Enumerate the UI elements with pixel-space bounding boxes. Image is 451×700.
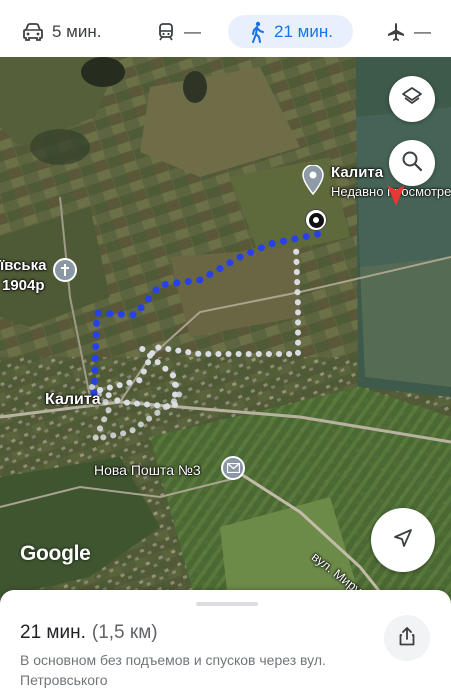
layers-icon <box>401 86 423 113</box>
route-summary: 21 мин. (1,5 км) <box>20 622 158 644</box>
route-distance: (1,5 км) <box>91 622 158 643</box>
church-icon[interactable] <box>53 258 77 282</box>
sheet-drag-handle[interactable] <box>196 602 258 606</box>
mode-flight[interactable]: — <box>386 15 431 48</box>
walk-icon <box>248 21 266 43</box>
mode-transit-time: — <box>184 21 201 41</box>
destination-label: Калита <box>331 164 384 181</box>
mail-icon[interactable] <box>221 456 245 480</box>
layers-button[interactable] <box>389 76 435 122</box>
mode-transit[interactable]: — <box>156 15 201 48</box>
route-description: В основном без подъемов и спусков через … <box>20 652 326 688</box>
destination-marker[interactable] <box>305 209 327 231</box>
search-button[interactable] <box>389 140 435 186</box>
mode-driving-time: 5 мин. <box>52 21 102 41</box>
mode-walking[interactable]: 21 мин. <box>228 15 353 48</box>
church-label: ївська <box>0 257 47 274</box>
mode-driving[interactable]: 5 мин. <box>22 15 101 48</box>
travel-mode-bar: 5 мин. — 21 мин. — <box>0 0 451 60</box>
map-view[interactable]: Калита Недавно просмотре ївська 1904р Ка… <box>0 57 451 617</box>
google-attribution: Google <box>20 542 91 565</box>
route-duration: 21 мин. <box>20 622 86 643</box>
mode-flight-time: — <box>414 21 431 41</box>
mode-walking-time: 21 мин. <box>274 21 333 41</box>
search-icon <box>401 150 423 177</box>
train-icon <box>156 22 176 42</box>
origin-town-label: Калита <box>45 391 101 408</box>
share-button[interactable] <box>384 615 430 661</box>
plane-icon <box>386 22 406 42</box>
recenter-button[interactable] <box>371 508 435 572</box>
share-icon <box>398 626 416 651</box>
navigation-arrow-icon <box>392 527 414 554</box>
post-office-label: Нова Пошта №3 <box>94 462 201 478</box>
church-year-label: 1904р <box>2 277 45 294</box>
maps-directions-screen: 5 мин. — 21 мин. — Калита Недавно просмо… <box>0 0 451 700</box>
place-pin-icon[interactable] <box>302 164 324 200</box>
route-summary-sheet[interactable]: 21 мин. (1,5 км) В основном без подъемов … <box>0 590 451 700</box>
car-icon <box>22 22 44 42</box>
